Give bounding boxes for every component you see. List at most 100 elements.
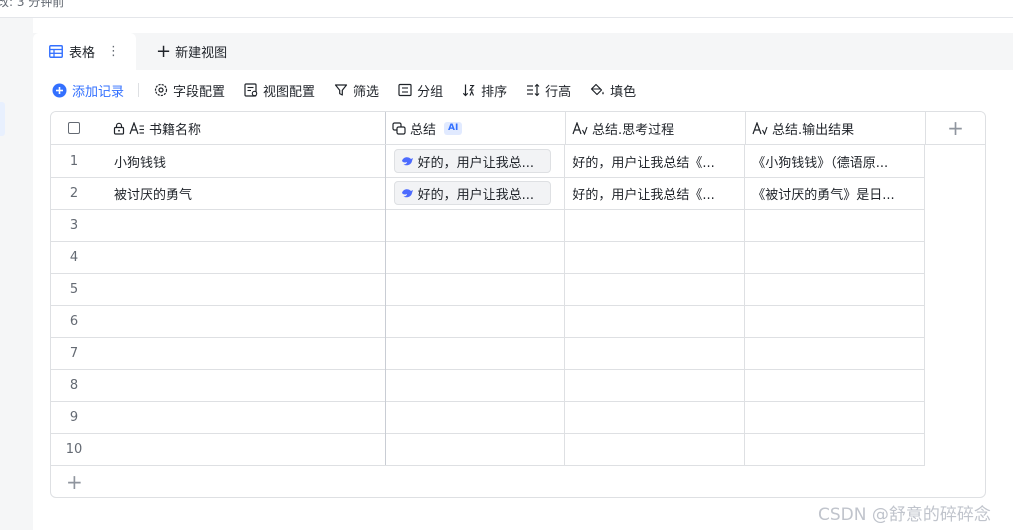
select-all-checkbox[interactable] [68,122,80,134]
cell-summary[interactable]: 好的，用户让我总... [386,145,566,177]
cell-summary[interactable] [386,401,566,433]
cell-thinking[interactable]: 好的，用户让我总结《... [565,145,746,177]
ai-field-icon [392,121,406,135]
cell-book-name[interactable] [97,241,386,273]
table-row[interactable]: 8 [51,369,925,402]
cell-summary[interactable] [386,337,566,369]
cell-summary[interactable]: 好的，用户让我总... [386,177,566,209]
header-select-all[interactable] [51,112,97,144]
cell-thinking[interactable] [565,401,746,433]
ai-badge: AI [444,121,463,135]
cell-thinking[interactable] [565,241,746,273]
field-config-label: 字段配置 [173,84,226,100]
column-header-book-name[interactable]: 书籍名称 [97,112,386,144]
cell-output[interactable] [745,209,925,241]
add-column-button[interactable]: + [926,112,985,144]
cell-book-name[interactable] [97,401,386,433]
row-index: 10 [65,441,83,457]
ai-summary-text: 好的，用户让我总... [417,187,535,203]
cell-output[interactable]: 《被讨厌的勇气》是日... [745,177,925,209]
view-config-button[interactable]: 视图配置 [244,81,315,100]
add-record-button[interactable]: 添加记录 [52,81,124,100]
table-row[interactable]: 9 [51,401,925,434]
add-row-button[interactable]: + [66,472,83,492]
cell-summary[interactable] [386,273,566,305]
ai-summary-chip[interactable]: 好的，用户让我总... [393,181,551,205]
sort-button[interactable]: 排序 [462,81,507,100]
table-row[interactable]: 10 [51,433,925,466]
ai-summary-chip[interactable]: 好的，用户让我总... [393,149,551,173]
last-modified-text: 改: 3 分钟前 [0,0,65,9]
column-header-summary[interactable]: 总结 AI [386,112,566,144]
cell-output[interactable]: 《小狗钱钱》（德语原... [745,145,925,177]
table-row[interactable]: 5 [51,273,925,306]
tab-label: 表格 [69,46,96,61]
cell-book-name[interactable] [97,337,386,369]
cell-book-name[interactable]: 被讨厌的勇气 [97,177,386,209]
view-tab-bar: 表格 ⋮ + 新建视图 [33,33,1013,70]
column-header-label: 书籍名称 [149,122,202,138]
cell-summary[interactable] [386,369,566,401]
watermark: CSDN @舒意的碎碎念 [818,505,991,525]
sort-icon [462,84,475,97]
workspace: 表格 ⋮ + 新建视图 添加记录 字段配置 视图配置 筛选 分组 排序 行高 填… [33,18,1013,530]
cell-output[interactable] [745,241,925,273]
table-row[interactable]: 2 被讨厌的勇气 好的，用户让我总... 好的，用户让我总结《... 《被讨厌的… [51,177,925,210]
toolbar-divider [138,83,140,97]
cell-book-name[interactable] [97,433,386,465]
group-label: 分组 [417,84,444,100]
column-header-thinking[interactable]: 总结.思考过程 [566,112,746,144]
cell-summary[interactable] [386,433,566,465]
cell-thinking[interactable] [565,305,746,337]
cell-summary[interactable] [386,305,566,337]
gear-icon [154,83,168,97]
tab-more-icon[interactable]: ⋮ [107,45,120,58]
rail-active-marker[interactable] [0,102,5,136]
cell-thinking[interactable] [565,273,746,305]
cell-summary[interactable] [386,209,566,241]
row-index: 7 [69,345,79,361]
cell-output[interactable] [745,337,925,369]
field-config-button[interactable]: 字段配置 [154,81,225,100]
cell-book-name[interactable] [97,273,386,305]
cell-thinking-text: 好的，用户让我总结《... [572,187,715,203]
filter-button[interactable]: 筛选 [334,81,379,100]
fill-color-button[interactable]: 填色 [590,81,636,100]
cell-book-name[interactable] [97,369,386,401]
column-header-output[interactable]: 总结.输出结果 [746,112,926,144]
table-row[interactable]: 7 [51,337,925,370]
cell-output[interactable] [745,305,925,337]
ai-summary-text: 好的，用户让我总... [417,155,535,171]
cell-output[interactable] [745,401,925,433]
cell-book-name[interactable] [97,305,386,337]
filter-funnel-icon [334,84,348,96]
add-record-label: 添加记录 [72,84,125,100]
model-logo-icon [401,188,413,197]
cell-thinking[interactable] [565,433,746,465]
column-header-label: 总结 [410,122,437,138]
new-view-label: 新建视图 [175,46,228,61]
group-list-icon [398,83,412,97]
cell-thinking[interactable] [565,209,746,241]
row-height-button[interactable]: 行高 [526,81,571,100]
table-row[interactable]: 1 小狗钱钱 好的，用户让我总... 好的，用户让我总结《... 《小狗钱钱》（… [51,145,925,178]
cell-output[interactable] [745,433,925,465]
cell-thinking[interactable] [565,337,746,369]
table-row[interactable]: 4 [51,241,925,274]
group-button[interactable]: 分组 [398,81,443,100]
table-row[interactable]: 6 [51,305,925,338]
cell-summary[interactable] [386,241,566,273]
cell-thinking[interactable] [565,369,746,401]
cell-book-name[interactable] [97,209,386,241]
paint-bucket-icon [591,83,604,96]
cell-output[interactable] [745,273,925,305]
table-row[interactable]: 3 [51,209,925,242]
view-settings-icon [244,83,258,97]
cell-output[interactable] [745,369,925,401]
new-view-button[interactable]: + 新建视图 [156,33,227,70]
row-index: 1 [69,153,79,169]
cell-thinking-text: 好的，用户让我总结《... [572,155,715,171]
cell-book-name[interactable]: 小狗钱钱 [97,145,386,177]
tab-table-view[interactable]: 表格 ⋮ [33,33,136,70]
cell-thinking[interactable]: 好的，用户让我总结《... [565,177,746,209]
